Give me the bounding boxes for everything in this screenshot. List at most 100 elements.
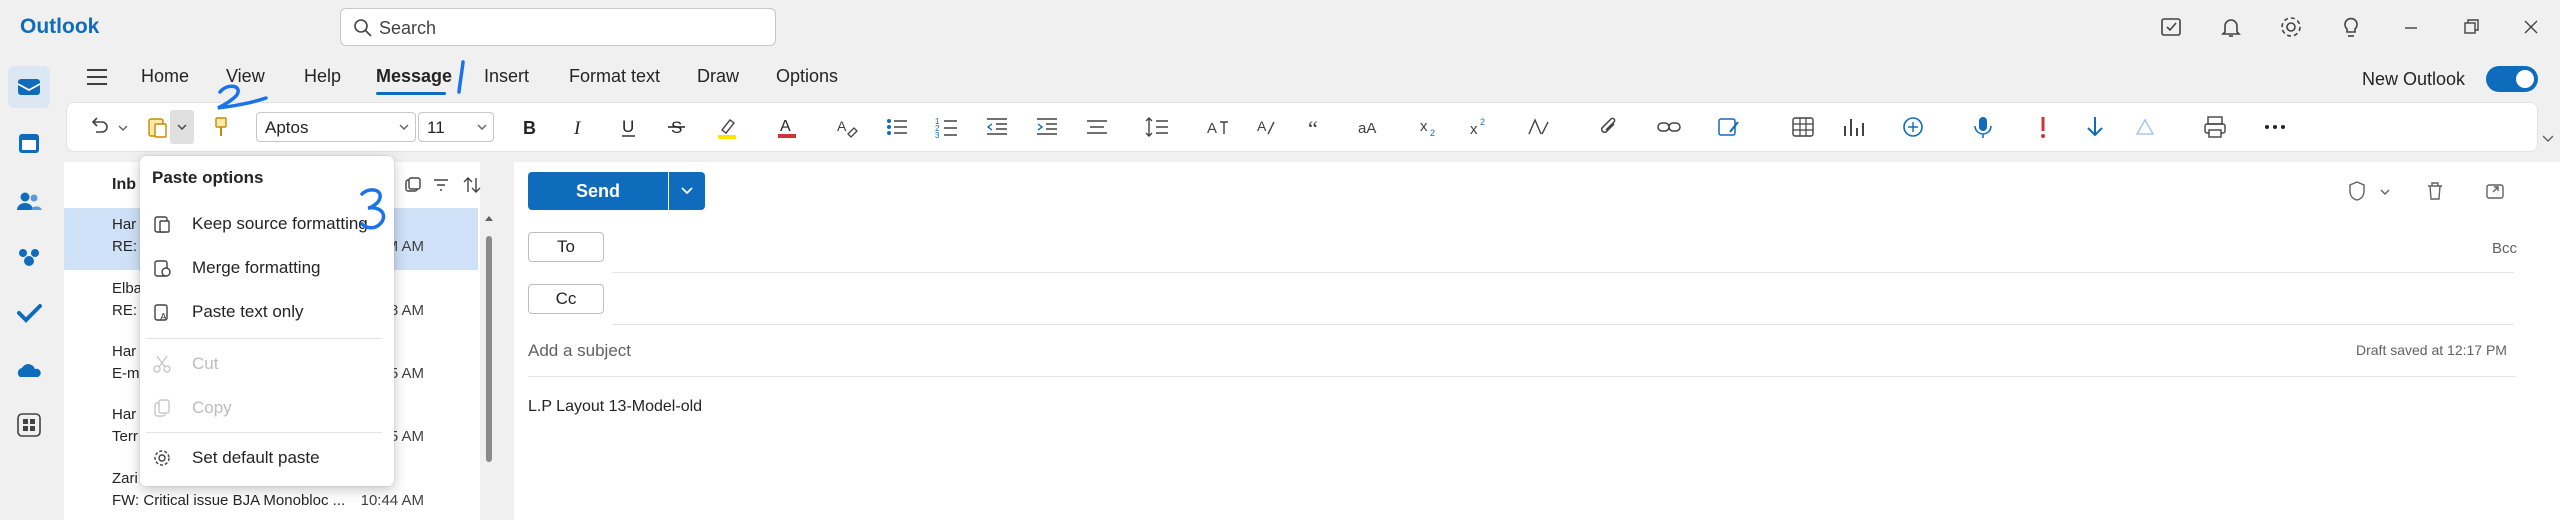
- more-options-icon[interactable]: [2262, 114, 2288, 140]
- notes-icon[interactable]: [2158, 14, 2184, 40]
- paste-icon[interactable]: [144, 114, 170, 140]
- quote-icon[interactable]: “: [1304, 114, 1330, 140]
- bullets-icon[interactable]: [884, 114, 910, 140]
- close-icon[interactable]: [2518, 14, 2544, 40]
- numbering-icon[interactable]: 123: [934, 114, 960, 140]
- divider: [528, 376, 2516, 377]
- font-color-icon[interactable]: A: [774, 114, 800, 140]
- tab-options[interactable]: Options: [776, 66, 838, 87]
- chart-icon[interactable]: [1840, 114, 1866, 140]
- bcc-button[interactable]: Bcc: [2492, 240, 2517, 257]
- menu-item-keep-source-formatting[interactable]: Keep source formatting: [146, 204, 388, 244]
- restore-icon[interactable]: [2458, 14, 2484, 40]
- scroll-up-icon[interactable]: [484, 214, 494, 222]
- shield-icon[interactable]: [2346, 180, 2368, 202]
- annotation-mark-2: [217, 84, 268, 110]
- undo-icon[interactable]: [86, 114, 112, 140]
- message-time: 10:44 AM: [360, 492, 424, 509]
- gear-icon[interactable]: [2278, 14, 2304, 40]
- increase-indent-icon[interactable]: [1034, 114, 1060, 140]
- tab-draw[interactable]: Draw: [697, 66, 739, 87]
- svg-text:U: U: [622, 117, 634, 136]
- svg-text:aA: aA: [1358, 120, 1376, 137]
- send-options-button[interactable]: [669, 172, 705, 210]
- clear-formatting-icon[interactable]: A: [834, 114, 860, 140]
- strikethrough-icon[interactable]: S: [664, 114, 690, 140]
- mail-icon[interactable]: [14, 72, 44, 102]
- menu-item-copy: Copy: [146, 388, 388, 428]
- low-importance-icon[interactable]: [2082, 114, 2108, 140]
- sender-name: Elba: [112, 280, 143, 297]
- link-icon[interactable]: [1656, 114, 1682, 140]
- sender-name: Zari: [112, 470, 138, 487]
- editor-icon[interactable]: [1526, 114, 1552, 140]
- line-spacing-icon[interactable]: [1144, 114, 1170, 140]
- font-size-select[interactable]: 11: [418, 112, 494, 142]
- menu-item-merge-formatting[interactable]: Merge formatting: [146, 248, 388, 288]
- scrollbar[interactable]: [486, 236, 492, 462]
- message-body[interactable]: L.P Layout 13-Model-old: [528, 398, 702, 416]
- italic-icon[interactable]: I: [566, 114, 592, 140]
- cc-button[interactable]: Cc: [528, 284, 604, 314]
- tab-message[interactable]: Message: [376, 66, 452, 87]
- subject-input[interactable]: Add a subject: [528, 341, 631, 361]
- tab-home[interactable]: Home: [141, 66, 189, 87]
- superscript-icon[interactable]: x2: [1466, 114, 1492, 140]
- menu-divider: [146, 432, 382, 433]
- onedrive-icon[interactable]: [14, 356, 44, 386]
- high-importance-icon[interactable]: [2030, 114, 2056, 140]
- scissors-icon: [153, 355, 171, 373]
- change-case-icon[interactable]: aA: [1356, 114, 1382, 140]
- dictate-icon[interactable]: [1970, 114, 1996, 140]
- chevron-down-icon[interactable]: [2380, 188, 2390, 196]
- menu-item-paste-text-only[interactable]: A Paste text only: [146, 292, 388, 332]
- sensitivity-icon[interactable]: [2132, 114, 2158, 140]
- to-button[interactable]: To: [528, 232, 604, 262]
- send-button[interactable]: Send: [528, 172, 668, 210]
- paste-dropdown-button[interactable]: [170, 110, 194, 144]
- tab-help[interactable]: Help: [304, 66, 341, 87]
- chevron-down-icon: [681, 187, 693, 195]
- pop-out-icon[interactable]: [2484, 180, 2506, 202]
- align-icon[interactable]: [1084, 114, 1110, 140]
- text-direction-icon[interactable]: A: [1254, 114, 1280, 140]
- format-painter-icon[interactable]: [208, 114, 234, 140]
- undo-dropdown-icon[interactable]: [118, 124, 128, 132]
- menu-item-label: Set default paste: [192, 448, 320, 467]
- print-icon[interactable]: [2202, 114, 2228, 140]
- people-icon[interactable]: [14, 186, 44, 216]
- filter-icon[interactable]: [432, 176, 450, 194]
- minimize-icon[interactable]: [2398, 14, 2424, 40]
- menu-item-set-default-paste[interactable]: Set default paste: [146, 438, 388, 478]
- apps-icon[interactable]: [14, 410, 44, 440]
- styles-icon[interactable]: A: [1204, 114, 1230, 140]
- todo-icon[interactable]: [14, 298, 44, 328]
- tab-insert[interactable]: Insert: [484, 66, 529, 87]
- attach-icon[interactable]: [1596, 114, 1622, 140]
- new-outlook-toggle[interactable]: [2486, 66, 2538, 92]
- underline-icon[interactable]: U: [616, 114, 642, 140]
- font-name-select[interactable]: Aptos: [256, 112, 416, 142]
- lightbulb-icon[interactable]: [2338, 14, 2364, 40]
- decrease-indent-icon[interactable]: [984, 114, 1010, 140]
- groups-icon[interactable]: [14, 242, 44, 272]
- select-icon[interactable]: [404, 176, 422, 194]
- ribbon-expand-icon[interactable]: [2542, 134, 2554, 142]
- search-input[interactable]: Search: [340, 8, 776, 46]
- menu-item-cut: Cut: [146, 344, 388, 384]
- tab-format-text[interactable]: Format text: [569, 66, 660, 87]
- message-time: 5 AM: [389, 428, 424, 445]
- table-icon[interactable]: [1790, 114, 1816, 140]
- bold-icon[interactable]: B: [516, 114, 542, 140]
- hamburger-menu-icon[interactable]: [86, 68, 108, 86]
- copilot-icon[interactable]: [1900, 114, 1926, 140]
- delete-icon[interactable]: [2424, 180, 2446, 202]
- highlight-icon[interactable]: [714, 114, 740, 140]
- subscript-icon[interactable]: x2: [1416, 114, 1442, 140]
- bell-icon[interactable]: [2218, 14, 2244, 40]
- signature-icon[interactable]: [1716, 114, 1742, 140]
- svg-text:A: A: [780, 118, 791, 135]
- calendar-icon[interactable]: [14, 128, 44, 158]
- sort-icon[interactable]: [462, 176, 482, 194]
- divider: [612, 272, 2514, 273]
